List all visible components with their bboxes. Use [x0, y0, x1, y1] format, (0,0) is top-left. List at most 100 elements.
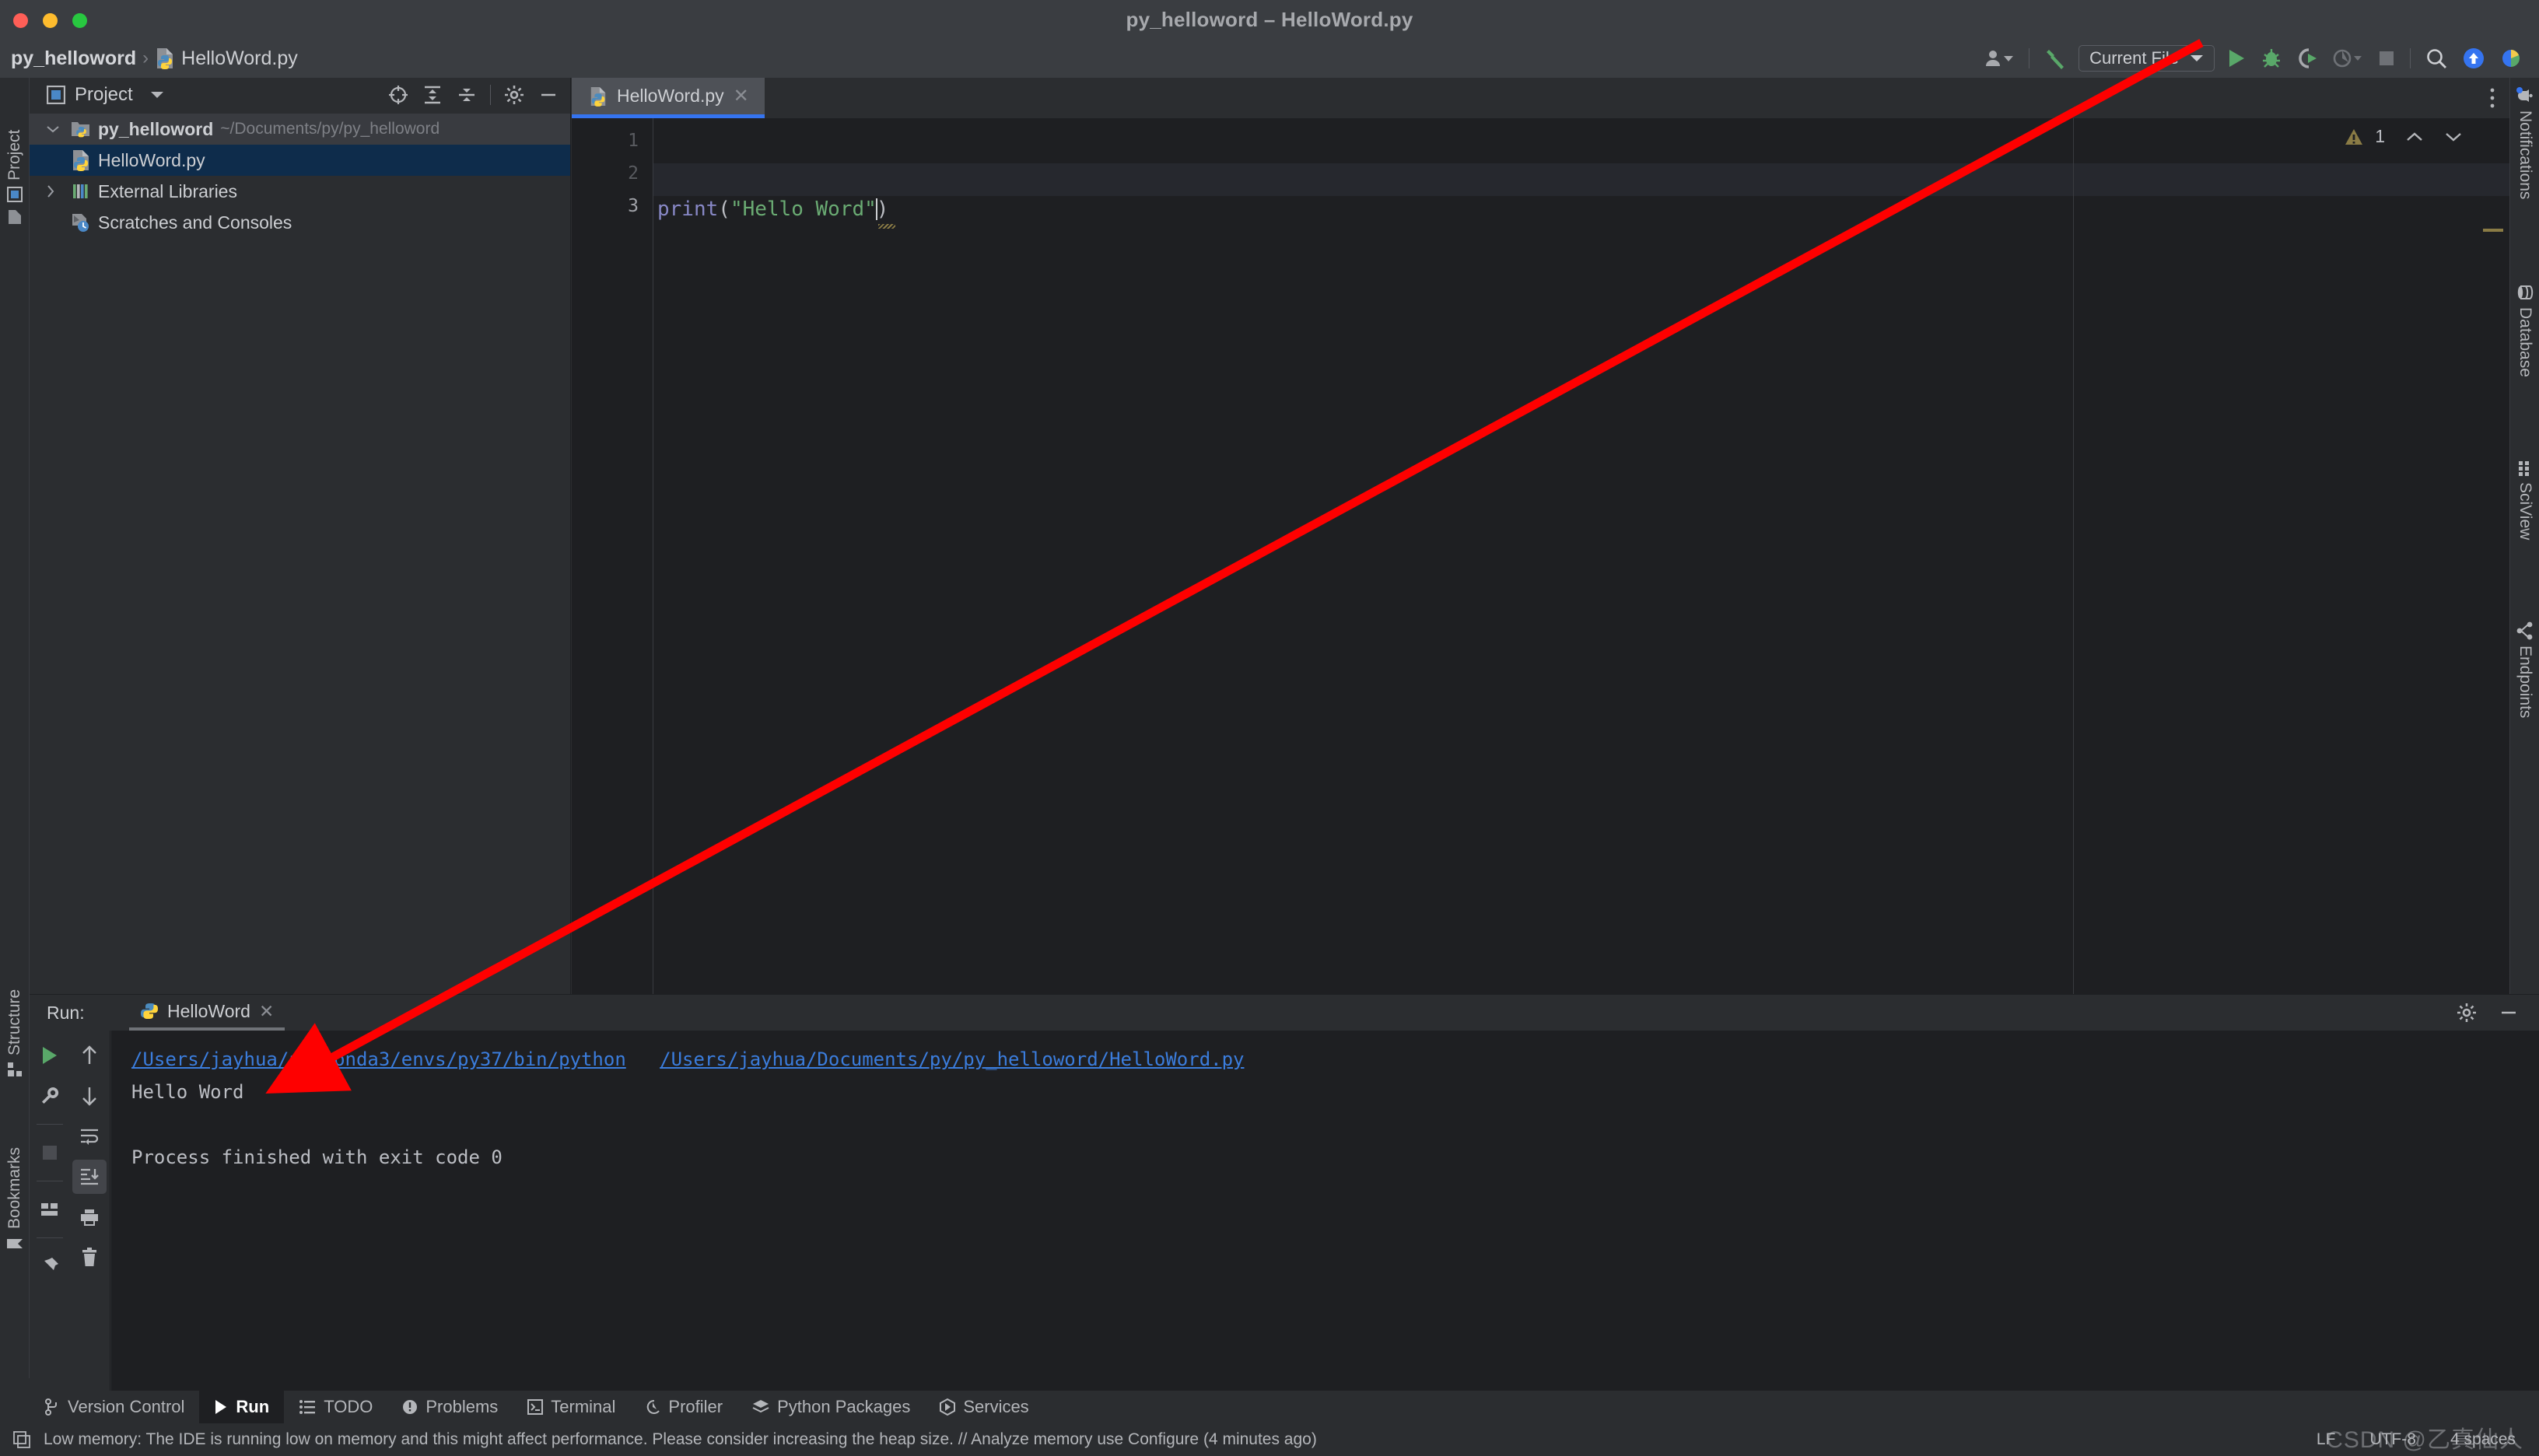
run-console[interactable]: /Users/jayhua/anaconda3/envs/py37/bin/py…	[111, 1031, 2539, 1392]
bottom-tab-todo[interactable]: TODO	[284, 1391, 387, 1423]
console-line-output: Hello Word	[131, 1081, 244, 1103]
soft-wrap-icon[interactable]	[72, 1119, 107, 1153]
project-icon	[7, 187, 23, 202]
status-bar: Low memory: The IDE is running low on me…	[0, 1423, 2539, 1456]
window-title: py_helloword – HelloWord.py	[1126, 8, 1413, 31]
tree-node-project-root[interactable]: py_helloword ~/Documents/py/py_helloword	[30, 114, 570, 145]
rerun-icon[interactable]	[33, 1038, 67, 1073]
collapse-all-icon[interactable]	[451, 85, 482, 105]
code-token-string: "Hello Word"	[730, 198, 877, 221]
stop-button[interactable]	[2370, 39, 2403, 78]
pin-icon[interactable]	[33, 1249, 67, 1283]
python-project-folder-icon	[71, 119, 91, 139]
scrollbar-warning-marker[interactable]	[2483, 229, 2503, 232]
bottom-tab-services[interactable]: Services	[925, 1391, 1043, 1423]
status-message[interactable]: Low memory: The IDE is running low on me…	[44, 1430, 1317, 1449]
run-configuration-label: Current File	[2089, 48, 2179, 68]
debug-button[interactable]	[2254, 39, 2289, 78]
select-opened-file-icon[interactable]	[383, 85, 414, 105]
editor-body[interactable]: 1 2 3 print("Hello Word") 1	[572, 118, 2509, 994]
chevron-down-icon	[2190, 54, 2204, 63]
chevron-down-icon[interactable]	[47, 125, 64, 133]
scroll-to-end-icon[interactable]	[72, 1160, 107, 1194]
memory-indicator-icon[interactable]	[12, 1430, 31, 1449]
settings-gear-icon[interactable]	[499, 85, 530, 105]
profile-button[interactable]	[2325, 39, 2370, 78]
layout-icon[interactable]	[33, 1192, 67, 1227]
code-content[interactable]: print("Hello Word")	[654, 118, 2509, 994]
editor-gutter[interactable]: 1 2 3	[572, 118, 653, 994]
settings-gear-icon[interactable]	[2457, 1003, 2477, 1023]
sidebar-item-structure[interactable]: Structure	[0, 933, 30, 1077]
tree-node-external-libraries[interactable]: External Libraries	[30, 176, 570, 207]
bottom-tab-label: Terminal	[551, 1397, 616, 1416]
bottom-tab-run[interactable]: Run	[199, 1391, 285, 1423]
sidebar-item-label-project: Project	[5, 129, 23, 180]
bottom-tab-label: Version Control	[68, 1397, 185, 1416]
ide-features-trainer-icon[interactable]	[2492, 39, 2528, 78]
breadcrumb-file[interactable]: HelloWord.py	[181, 47, 298, 70]
wrench-settings-icon[interactable]	[33, 1079, 67, 1113]
bottom-tab-label: Services	[963, 1397, 1029, 1416]
breadcrumb-project[interactable]: py_helloword	[11, 47, 136, 70]
bookmarks-icon	[7, 1235, 23, 1252]
encoding-widget[interactable]: UTF-8	[2369, 1430, 2416, 1449]
run-panel-toolbar	[30, 1031, 110, 1392]
close-icon[interactable]: ✕	[259, 1001, 274, 1022]
console-line-command: /Users/jayhua/anaconda3/envs/py37/bin/py…	[131, 1043, 2539, 1076]
user-icon[interactable]	[1977, 39, 2022, 78]
run-panel-label: Run:	[47, 1003, 85, 1023]
sidebar-item-commit[interactable]	[0, 208, 30, 235]
expand-all-icon[interactable]	[417, 85, 448, 105]
sidebar-item-bookmarks[interactable]: Bookmarks	[0, 1097, 30, 1252]
console-link-script[interactable]: /Users/jayhua/Documents/py/py_helloword/…	[660, 1048, 1244, 1070]
run-with-coverage-button[interactable]	[2289, 39, 2325, 78]
bottom-tab-version-control[interactable]: Version Control	[30, 1391, 199, 1423]
inspection-widget[interactable]: 1	[2344, 126, 2463, 147]
bottom-tab-problems[interactable]: Problems	[387, 1391, 513, 1423]
bottom-tab-python-packages[interactable]: Python Packages	[737, 1391, 925, 1423]
editor-area: HelloWord.py ✕ 1 2 3 print("Hello Word")	[572, 78, 2509, 994]
chevron-up-icon[interactable]	[2405, 131, 2424, 143]
trash-icon[interactable]	[72, 1241, 107, 1275]
bottom-tab-profiler[interactable]: Profiler	[630, 1391, 737, 1423]
print-icon[interactable]	[72, 1200, 107, 1234]
line-separator-widget[interactable]: LF	[2317, 1430, 2336, 1449]
bottom-tab-terminal[interactable]: Terminal	[513, 1391, 630, 1423]
updates-icon[interactable]	[2455, 39, 2492, 78]
sidebar-item-project[interactable]: Project	[0, 86, 30, 202]
chevron-down-icon[interactable]	[2444, 131, 2463, 143]
title-bar: py_helloword – HelloWord.py	[0, 0, 2539, 39]
sidebar-item-sciview[interactable]: SciView	[2510, 460, 2539, 593]
indent-widget[interactable]: 4 spaces	[2450, 1430, 2516, 1449]
build-hammer-icon[interactable]	[2036, 39, 2074, 78]
stop-icon[interactable]	[33, 1136, 67, 1170]
sidebar-item-endpoints[interactable]: Endpoints	[2510, 621, 2539, 778]
python-file-icon	[71, 149, 91, 171]
sidebar-item-notifications[interactable]: Notifications	[2510, 87, 2539, 254]
project-tool-window: Project py_helloword ~/Documents/py/py_h…	[30, 78, 571, 994]
run-button[interactable]	[2219, 39, 2254, 78]
sidebar-item-database[interactable]: Database	[2510, 284, 2539, 432]
editor-tab-helloword-py[interactable]: HelloWord.py ✕	[572, 78, 765, 118]
line-number: 1	[628, 131, 639, 151]
search-everywhere-icon[interactable]	[2418, 39, 2455, 78]
tree-node-scratches[interactable]: Scratches and Consoles	[30, 207, 570, 238]
sidebar-item-label-bookmarks: Bookmarks	[5, 1146, 23, 1229]
down-icon[interactable]	[72, 1079, 107, 1113]
run-tab-helloword[interactable]: HelloWord ✕	[129, 995, 285, 1031]
version-control-icon	[44, 1398, 60, 1416]
close-icon[interactable]: ✕	[734, 85, 749, 107]
chevron-right-icon[interactable]	[47, 185, 64, 198]
chevron-down-icon[interactable]	[150, 90, 164, 100]
more-options-icon[interactable]	[2489, 78, 2495, 118]
hide-panel-icon[interactable]	[2499, 1003, 2519, 1023]
console-link-interpreter[interactable]: /Users/jayhua/anaconda3/envs/py37/bin/py…	[131, 1048, 626, 1070]
run-tab-label: HelloWord	[167, 1000, 250, 1021]
tree-node-helloword-py[interactable]: HelloWord.py	[30, 145, 570, 176]
up-icon[interactable]	[72, 1038, 107, 1073]
hide-panel-icon[interactable]	[533, 85, 564, 105]
project-panel-tools	[383, 78, 564, 112]
pycharm-window: py_helloword – HelloWord.py py_helloword…	[0, 0, 2539, 1456]
run-configuration-selector[interactable]: Current File	[2078, 45, 2215, 72]
